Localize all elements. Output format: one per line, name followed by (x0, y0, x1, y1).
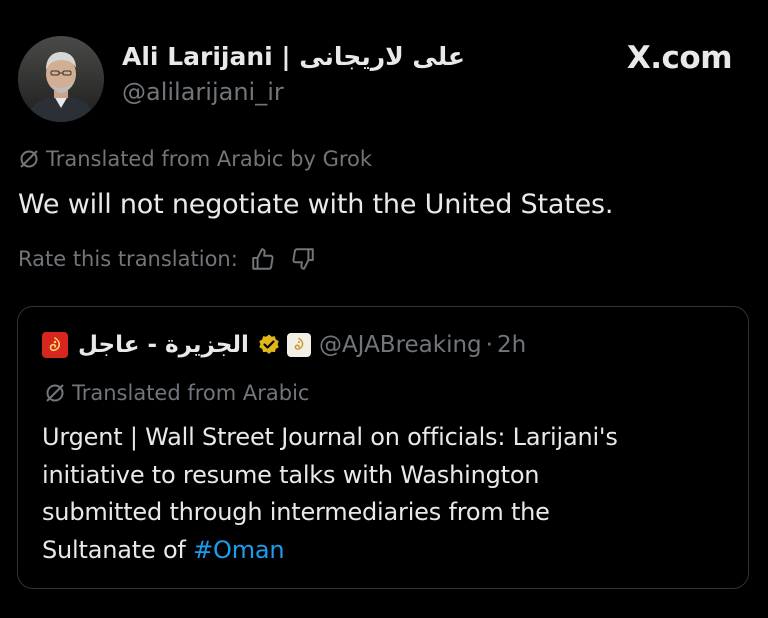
affiliate-badge-icon (286, 333, 311, 357)
author-handle[interactable]: @alilarijani_ir (122, 76, 465, 108)
meta-separator: · (485, 332, 493, 358)
quoted-author-name[interactable]: الجزيرة - عاجل (78, 332, 249, 358)
quoted-timestamp[interactable]: 2h (497, 332, 526, 358)
quoted-tweet-text: Urgent | Wall Street Journal on official… (42, 419, 722, 569)
author-display-name[interactable]: Ali Larijani | علی لاریجانی (122, 40, 465, 74)
avatar[interactable] (18, 36, 104, 122)
translation-notice: Translated from Arabic by Grok (18, 147, 372, 171)
gold-verified-badge-icon (257, 333, 281, 357)
quoted-author-handle[interactable]: @AJABreaking (319, 332, 482, 358)
aljazeera-logo-icon (42, 332, 68, 358)
quoted-text-line: submitted through intermediaries from th… (42, 498, 550, 526)
thumbs-up-button[interactable] (248, 244, 278, 274)
thumbs-down-icon (292, 248, 314, 270)
thumbs-up-icon (252, 248, 274, 270)
avatar-image (18, 36, 104, 122)
tweet-text: We will not negotiate with the United St… (18, 189, 614, 220)
rate-translation: Rate this translation: (18, 244, 318, 274)
translation-notice-text: Translated from Arabic by Grok (46, 147, 373, 171)
quoted-translation-notice-text: Translated from Arabic (72, 381, 310, 405)
rate-translation-label: Rate this translation: (18, 247, 238, 271)
x-brand-watermark: X.com (626, 40, 733, 76)
thumbs-down-button[interactable] (288, 244, 318, 274)
quoted-text-line: initiative to resume talks with Washingt… (42, 460, 540, 489)
quoted-text-line: Sultanate of (42, 535, 194, 564)
tweet: Ali Larijani | علی لاریجانی @alilarijani… (0, 0, 768, 618)
quoted-text-line: Urgent | Wall Street Journal on official… (42, 423, 618, 451)
quoted-tweet-header: الجزيرة - عاجل @AJABreaking · 2h (42, 332, 526, 358)
author-block: Ali Larijani | علی لاریجانی @alilarijani… (122, 40, 465, 108)
slashed-circle-icon (46, 384, 64, 402)
quoted-translation-notice: Translated from Arabic (44, 381, 309, 405)
slashed-circle-icon (20, 150, 38, 168)
quoted-text-line-last: Sultanate of #Oman (42, 532, 722, 570)
hashtag-link[interactable]: #Oman (193, 536, 285, 564)
quoted-tweet-card[interactable]: الجزيرة - عاجل @AJABreaking · 2h Transla… (17, 306, 749, 589)
